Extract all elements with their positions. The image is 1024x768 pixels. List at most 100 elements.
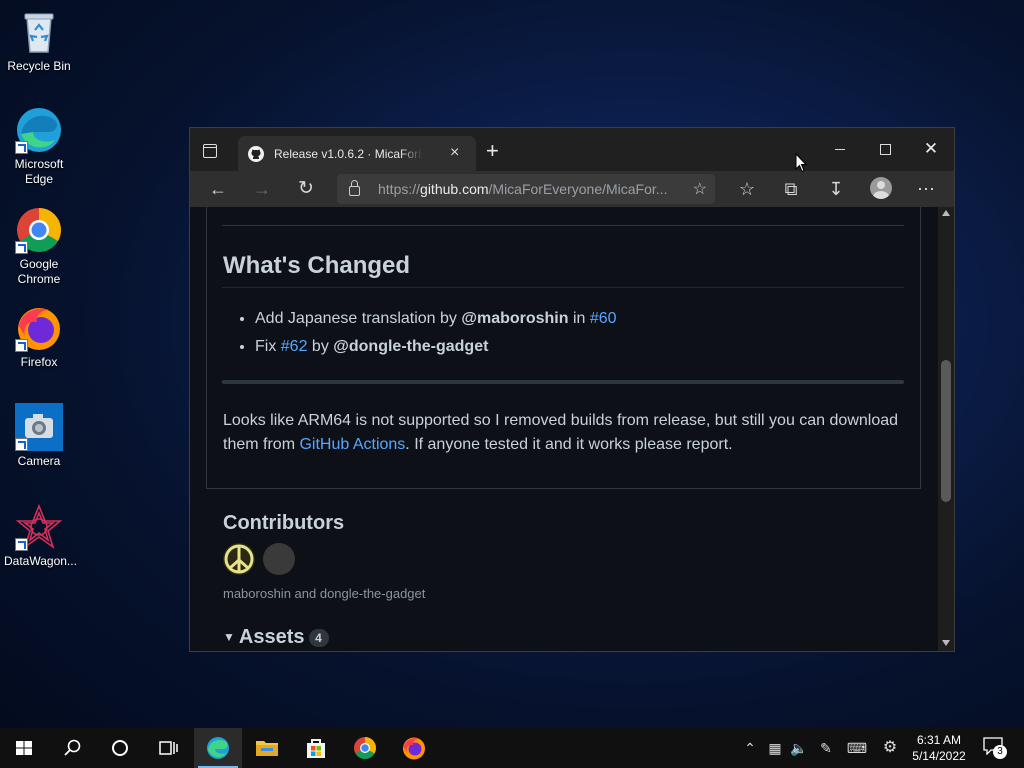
shortcut-arrow-icon	[15, 241, 28, 254]
shortcut-arrow-icon	[15, 339, 28, 352]
pr-link[interactable]: #60	[590, 310, 617, 327]
datawagon-icon	[15, 503, 63, 551]
network-icon[interactable]: ▦	[766, 739, 784, 757]
desktop-icon-microsoft-edge[interactable]: Microsoft Edge	[4, 106, 74, 187]
scrollbar-thumb[interactable]	[941, 360, 951, 502]
list-item: Fix #62 by @dongle-the-gadget	[255, 333, 617, 361]
user-link[interactable]: @maboroshin	[461, 310, 568, 327]
clock-time: 6:31 AM	[916, 733, 962, 747]
pen-workspace-icon[interactable]: ✎	[817, 739, 835, 757]
page-scrollbar[interactable]	[938, 207, 954, 651]
taskbar-edge[interactable]	[194, 728, 242, 768]
tab-close-button[interactable]: ×	[450, 145, 459, 161]
recycle-bin-icon	[15, 8, 63, 56]
user-link[interactable]: @dongle-the-gadget	[333, 338, 488, 355]
refresh-button[interactable]: ↻	[294, 177, 318, 201]
desktop-icon-camera[interactable]: Camera	[4, 403, 74, 469]
shortcut-arrow-icon	[15, 538, 28, 551]
contributors-heading: Contributors	[223, 512, 345, 534]
downloads-icon[interactable]: ↧	[824, 177, 848, 201]
collections-icon[interactable]: ⧉	[779, 177, 803, 201]
volume-icon[interactable]: 🔈	[790, 739, 808, 757]
page-content: What's Changed Add Japanese translation …	[190, 207, 938, 651]
touch-keyboard-icon[interactable]: ⌨	[845, 739, 869, 757]
firefox-icon	[15, 304, 63, 352]
desktop-icon-label: Google Chrome	[17, 257, 61, 286]
desktop-icon-google-chrome[interactable]: Google Chrome	[4, 206, 74, 287]
desktop-icon-label: Microsoft Edge	[14, 157, 64, 186]
start-button[interactable]	[0, 728, 48, 768]
tab-actions-icon[interactable]	[203, 144, 217, 158]
task-view-button[interactable]	[144, 728, 192, 768]
firefox-icon	[403, 737, 425, 760]
github-actions-link[interactable]: GitHub Actions	[299, 436, 405, 453]
pr-link[interactable]: #62	[281, 338, 308, 355]
url-text: https://github.com/MicaForEveryone/MicaF…	[378, 181, 668, 197]
assets-heading: Assets	[238, 626, 305, 648]
favorites-icon[interactable]: ☆	[735, 177, 759, 201]
taskbar-firefox[interactable]	[390, 728, 438, 768]
settings-gear-icon[interactable]: ⚙	[880, 739, 900, 757]
desktop-icon-firefox[interactable]: Firefox	[4, 304, 74, 370]
tab-release-page[interactable]: Release v1.0.6.2 · MicaForEveryone ×	[238, 136, 476, 171]
contributor-avatar-maboroshin[interactable]	[223, 543, 255, 575]
horizontal-rule	[222, 380, 904, 384]
clock[interactable]: 6:31 AM 5/14/2022	[902, 732, 976, 764]
shortcut-arrow-icon	[15, 141, 28, 154]
list-item: Add Japanese translation by @maboroshin …	[255, 305, 617, 333]
folder-icon	[256, 741, 278, 756]
shortcut-arrow-icon	[15, 438, 28, 451]
desktop-icon-label: DataWagon...	[4, 554, 77, 568]
chrome-icon	[354, 737, 376, 759]
cortana-button[interactable]	[96, 728, 144, 768]
title-bar: Release v1.0.6.2 · MicaForEveryone × + ✕	[190, 128, 954, 171]
cortana-circle-icon	[112, 740, 128, 756]
clock-date: 5/14/2022	[912, 749, 966, 763]
address-bar[interactable]: https://github.com/MicaForEveryone/MicaF…	[337, 174, 715, 204]
desktop-icon-label: Camera	[17, 454, 61, 468]
desktop-icon-datawagon[interactable]: DataWagon...	[4, 503, 77, 569]
caret-down-icon: ▼	[223, 630, 235, 644]
store-bag-icon	[307, 739, 325, 758]
minimize-button[interactable]	[828, 139, 852, 159]
taskbar: ⌃ ▦ 🔈 ✎ ⌨ ⚙ 6:31 AM 5/14/2022 3	[0, 728, 1024, 768]
maximize-button[interactable]	[873, 139, 897, 159]
desktop-icon-label: Recycle Bin	[7, 59, 71, 73]
taskbar-file-explorer[interactable]	[243, 728, 291, 768]
assets-toggle[interactable]: ▼ Assets 4	[223, 625, 329, 651]
tab-title: Release v1.0.6.2 · MicaForEveryone	[274, 147, 422, 161]
add-favorite-icon[interactable]: ☆	[693, 179, 707, 199]
lock-icon	[349, 180, 360, 196]
forward-button[interactable]: →	[250, 177, 274, 201]
chrome-icon	[15, 206, 63, 254]
browser-toolbar: ← → ↻ https://github.com/MicaForEveryone…	[190, 171, 954, 207]
edge-icon	[15, 106, 63, 154]
assets-count-badge: 4	[308, 628, 329, 647]
edge-browser-window: Release v1.0.6.2 · MicaForEveryone × + ✕…	[189, 127, 955, 652]
release-note: Looks like ARM64 is not supported so I r…	[223, 412, 899, 453]
show-hidden-icons-chevron-icon[interactable]: ⌃	[742, 739, 758, 757]
more-options-icon[interactable]: ⋯	[914, 177, 938, 201]
notification-count-badge: 3	[993, 745, 1007, 759]
close-window-button[interactable]: ✕	[919, 139, 943, 159]
task-view-icon	[159, 741, 178, 755]
scroll-down-arrow-icon[interactable]	[942, 640, 950, 646]
action-center-button[interactable]: 3	[983, 737, 1007, 759]
desktop-icon-label: Firefox	[20, 355, 58, 369]
search-icon	[64, 739, 81, 756]
back-button[interactable]: ←	[206, 177, 230, 201]
taskbar-chrome[interactable]	[341, 728, 389, 768]
search-button[interactable]	[48, 728, 96, 768]
profile-avatar[interactable]	[870, 177, 892, 199]
new-tab-button[interactable]: +	[486, 140, 499, 162]
divider	[222, 287, 904, 288]
scroll-up-arrow-icon[interactable]	[942, 210, 950, 216]
divider	[222, 225, 904, 226]
mouse-cursor-icon	[795, 153, 807, 173]
contributor-avatar-dongle-the-gadget[interactable]	[263, 543, 295, 575]
desktop-icon-recycle-bin[interactable]: Recycle Bin	[4, 8, 74, 74]
taskbar-store[interactable]	[292, 728, 340, 768]
edge-icon	[207, 737, 229, 759]
windows-logo-icon	[16, 741, 32, 755]
whats-changed-heading: What's Changed	[223, 252, 411, 279]
